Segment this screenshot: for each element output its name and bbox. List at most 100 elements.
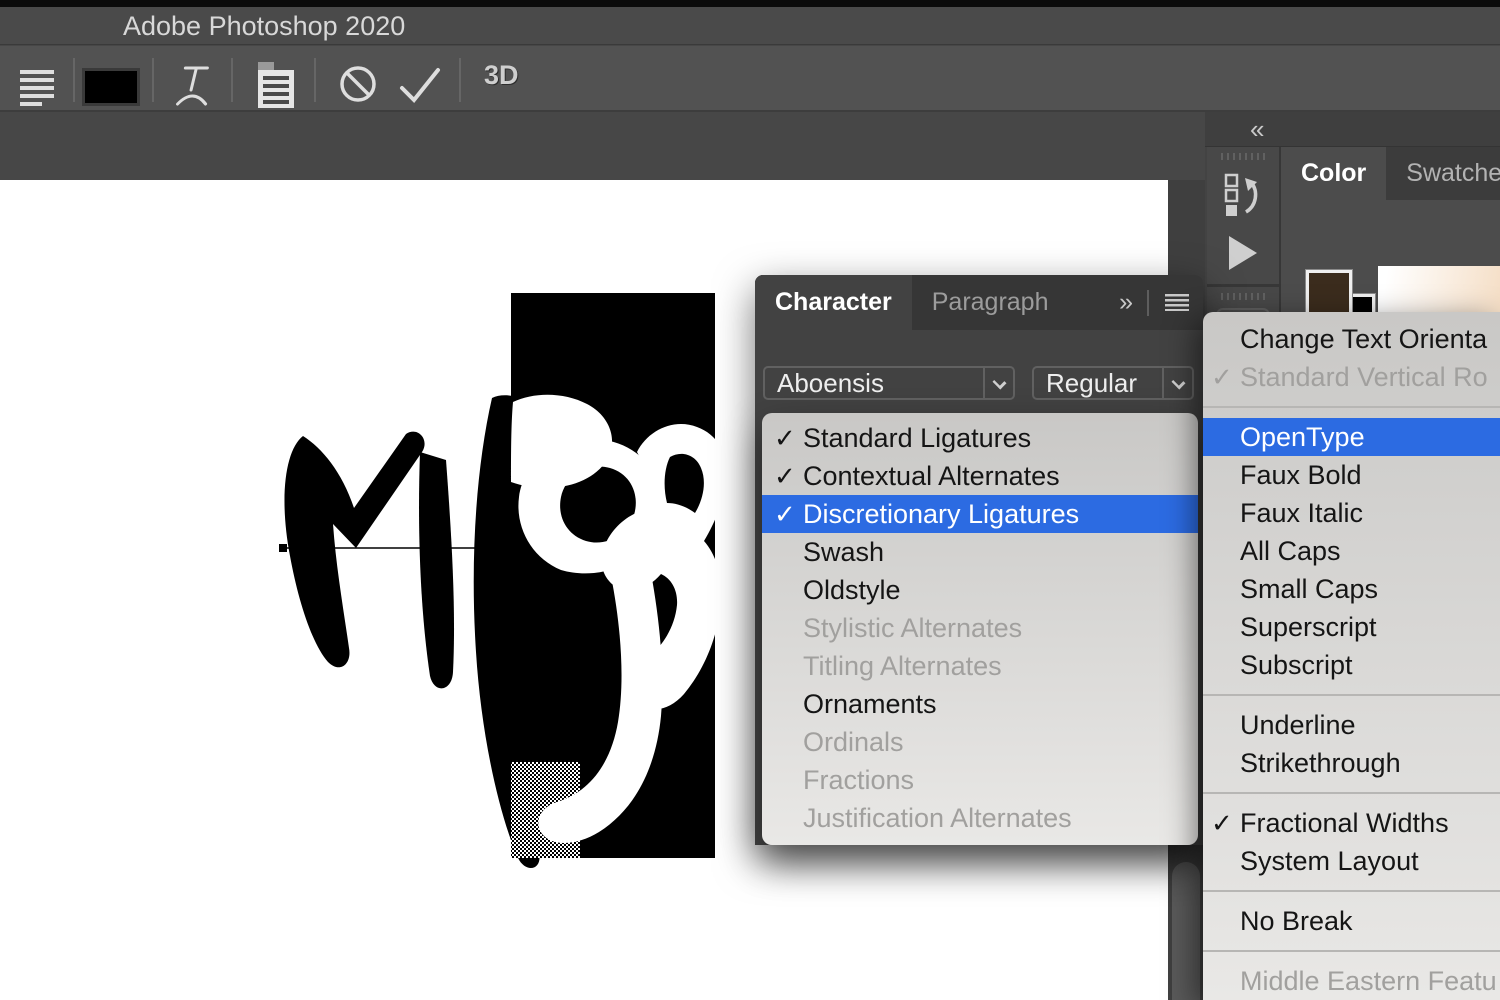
dock-header: «: [1205, 112, 1500, 147]
strip-divider: [1207, 284, 1279, 287]
menu-separator: [1203, 406, 1500, 408]
warp-text-icon[interactable]: [176, 62, 216, 108]
menu-item[interactable]: Small Caps: [1203, 570, 1500, 608]
menu-item-label: Fractional Widths: [1240, 808, 1449, 838]
menu-item[interactable]: ✓ Fractional Widths: [1203, 804, 1500, 842]
menu-item-label: Discretionary Ligatures: [803, 499, 1079, 529]
menu-item-label: Faux Italic: [1240, 498, 1363, 528]
baseline-handle[interactable]: [279, 544, 287, 552]
options-divider: [314, 58, 316, 102]
menu-item-label: Fractions: [803, 765, 914, 795]
grip-handle[interactable]: [1221, 293, 1265, 300]
options-divider: [152, 58, 154, 102]
menu-item: Ordinals: [762, 723, 1198, 761]
menu-item[interactable]: ✓ Discretionary Ligatures: [762, 495, 1198, 533]
menu-item-label: Oldstyle: [803, 575, 901, 605]
menu-item[interactable]: Strikethrough: [1203, 744, 1500, 782]
menu-item[interactable]: Faux Bold: [1203, 456, 1500, 494]
tab-color[interactable]: Color: [1281, 147, 1386, 200]
font-family-dropdown-button[interactable]: [983, 368, 1013, 398]
3d-icon[interactable]: 3D: [484, 60, 519, 91]
options-divider: [73, 58, 75, 102]
check-icon: ✓: [774, 495, 796, 533]
menu-item[interactable]: ✓ Contextual Alternates: [762, 457, 1198, 495]
toggle-panels-icon[interactable]: [254, 60, 298, 110]
menu-item[interactable]: Superscript: [1203, 608, 1500, 646]
window-title: Adobe Photoshop 2020: [123, 7, 405, 45]
menu-separator: [1203, 950, 1500, 952]
menu-item[interactable]: All Caps: [1203, 532, 1500, 570]
scrollbar-thumb[interactable]: [1172, 862, 1200, 1000]
check-icon: ✓: [1211, 804, 1233, 842]
grip-handle[interactable]: [1221, 153, 1265, 160]
menu-item-label: Change Text Orienta: [1240, 324, 1487, 354]
menu-item: Middle Eastern Featu: [1203, 962, 1500, 1000]
menu-item-label: Standard Ligatures: [803, 423, 1031, 453]
menu-item[interactable]: Ornaments: [762, 685, 1198, 723]
menu-item-label: Superscript: [1240, 612, 1377, 642]
menu-item: Fractions: [762, 761, 1198, 799]
menu-item-label: Titling Alternates: [803, 651, 1002, 681]
menu-item[interactable]: Change Text Orienta: [1203, 320, 1500, 358]
menu-item: Justification Alternates: [762, 799, 1198, 837]
menu-item-label: All Caps: [1240, 536, 1341, 566]
check-icon: ✓: [1211, 358, 1233, 396]
menu-item-label: Ordinals: [803, 727, 904, 757]
commit-icon[interactable]: [396, 64, 444, 104]
tab-swatches[interactable]: Swatches: [1386, 147, 1500, 200]
options-divider: [231, 58, 233, 102]
font-style-dropdown-button[interactable]: [1162, 368, 1192, 398]
actions-panel-icon[interactable]: [1229, 236, 1257, 270]
menu-item-label: Middle Eastern Featu: [1240, 966, 1497, 996]
collapse-panels-icon[interactable]: «: [1250, 114, 1262, 145]
menu-item-label: System Layout: [1240, 846, 1419, 876]
menu-item[interactable]: OpenType: [1203, 418, 1500, 456]
color-panel-tabs: Color Swatches: [1281, 147, 1500, 200]
menu-item: Titling Alternates: [762, 647, 1198, 685]
history-panel-icon[interactable]: [1223, 172, 1263, 218]
menu-item-label: Subscript: [1240, 650, 1353, 680]
header-divider: [1147, 290, 1149, 316]
menu-item-label: Strikethrough: [1240, 748, 1401, 778]
menu-item-label: Ornaments: [803, 689, 937, 719]
panel-expand-icon[interactable]: »: [1119, 288, 1131, 317]
tab-character[interactable]: Character: [755, 275, 912, 330]
menu-item[interactable]: Faux Italic: [1203, 494, 1500, 532]
window-top-strip: [0, 0, 1500, 7]
menu-item-label: Faux Bold: [1240, 460, 1362, 490]
menu-item[interactable]: No Break: [1203, 902, 1500, 940]
check-icon: ✓: [774, 457, 796, 495]
menu-item-label: No Break: [1240, 906, 1353, 936]
opentype-submenu: ✓ Standard Ligatures ✓ Contextual Altern…: [762, 413, 1198, 845]
foreground-color-swatch[interactable]: [1306, 270, 1352, 316]
check-icon: ✓: [774, 419, 796, 457]
font-style-select[interactable]: Regular: [1032, 366, 1194, 400]
menu-separator: [1203, 792, 1500, 794]
cancel-icon[interactable]: [338, 64, 378, 104]
menu-item[interactable]: Underline: [1203, 706, 1500, 744]
menu-item[interactable]: Swash: [762, 533, 1198, 571]
menu-item-label: Standard Vertical Ro: [1240, 362, 1488, 392]
menu-item-label: Swash: [803, 537, 884, 567]
menu-item[interactable]: ✓ Standard Ligatures: [762, 419, 1198, 457]
font-family-value: Aboensis: [765, 368, 983, 398]
font-style-value: Regular: [1034, 368, 1162, 398]
menu-item[interactable]: System Layout: [1203, 842, 1500, 880]
menu-item: ✓ Standard Vertical Ro: [1203, 358, 1500, 396]
menu-item-label: Stylistic Alternates: [803, 613, 1022, 643]
options-divider: [459, 58, 461, 102]
title-bar: Adobe Photoshop 2020: [0, 7, 1500, 45]
character-panel-menu: Change Text Orienta ✓ Standard Vertical …: [1203, 312, 1500, 1000]
glyph-w-black: [419, 452, 454, 688]
font-family-select[interactable]: Aboensis: [763, 366, 1015, 400]
type-tool-options-bar: 3D: [0, 46, 1500, 112]
text-align-icon[interactable]: [18, 66, 58, 108]
menu-item-label: Small Caps: [1240, 574, 1378, 604]
panel-menu-icon[interactable]: [1165, 294, 1189, 311]
menu-item: Stylistic Alternates: [762, 609, 1198, 647]
tab-paragraph[interactable]: Paragraph: [912, 275, 1069, 330]
menu-item[interactable]: Oldstyle: [762, 571, 1198, 609]
menu-item[interactable]: Subscript: [1203, 646, 1500, 684]
menu-separator: [1203, 890, 1500, 892]
text-color-swatch[interactable]: [82, 68, 140, 106]
